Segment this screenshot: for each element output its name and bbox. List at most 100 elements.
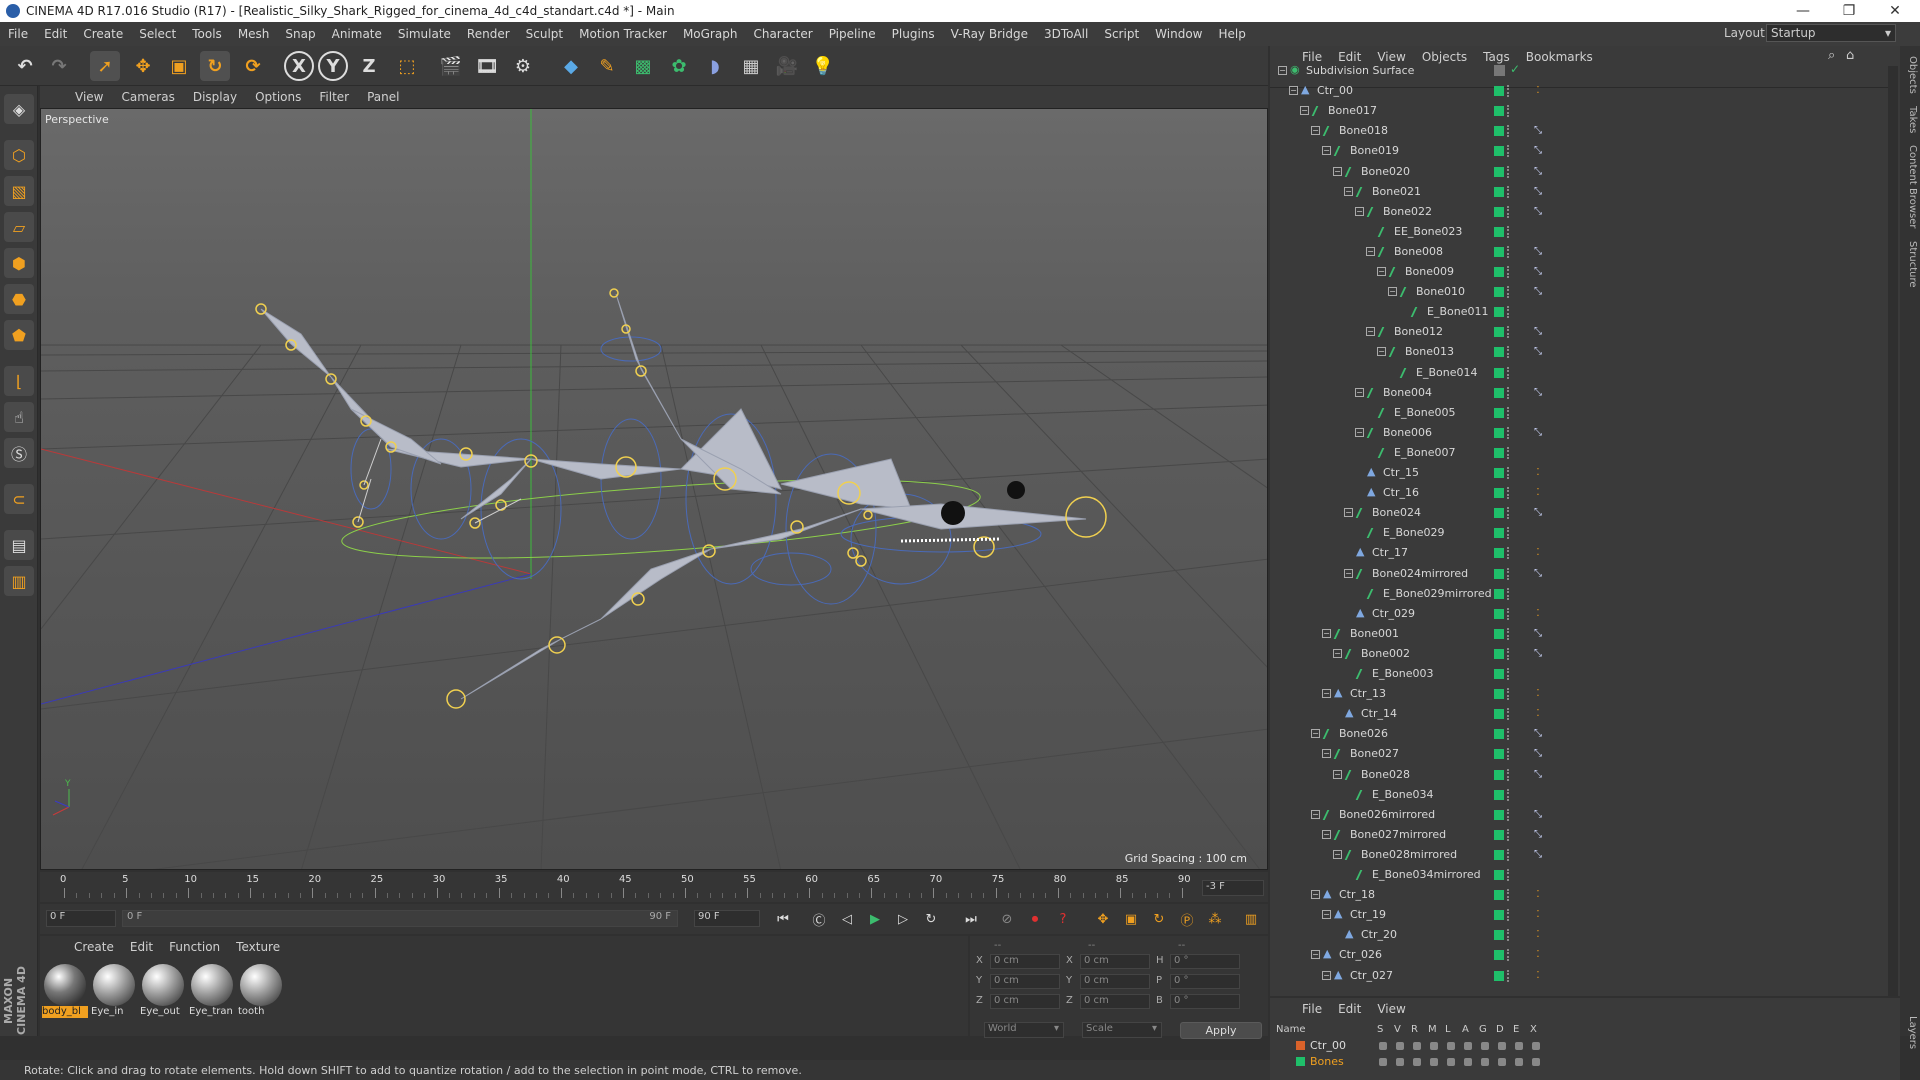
layer-row[interactable]: Bones — [1270, 1054, 1900, 1070]
polygons-mode-icon[interactable]: ⬟ — [4, 320, 34, 350]
menu-sculpt[interactable]: Sculpt — [518, 27, 571, 41]
layer-color-swatch[interactable] — [1494, 166, 1504, 177]
layer-color-swatch[interactable] — [1494, 648, 1504, 659]
layer-color-swatch[interactable] — [1296, 1041, 1305, 1050]
object-row[interactable]: E_Bone029 — [1270, 523, 1888, 543]
layer-toggle-icon[interactable] — [1396, 1058, 1404, 1066]
layer-toggle-icon[interactable] — [1447, 1058, 1455, 1066]
object-row[interactable]: E_Bone007 — [1270, 443, 1888, 463]
object-row[interactable]: − ▲ Ctr_026 ⁚ — [1270, 945, 1888, 965]
visibility-dots-icon[interactable] — [1507, 225, 1510, 238]
layer-color-swatch[interactable] — [1494, 849, 1504, 860]
layer-toggle-icon[interactable] — [1413, 1042, 1421, 1050]
layer-toggle-icon[interactable] — [1481, 1042, 1489, 1050]
expand-toggle-icon[interactable]: − — [1311, 729, 1320, 739]
layer-toggle-icon[interactable] — [1532, 1042, 1540, 1050]
visibility-dots-icon[interactable] — [1507, 306, 1510, 319]
coord-value-field[interactable]: 0 cm — [1080, 974, 1150, 989]
pen-spline-icon[interactable]: ✎ — [592, 51, 622, 81]
expand-toggle-icon[interactable]: − — [1322, 970, 1331, 980]
ik-tag-icon[interactable]: ⤡ — [1532, 266, 1544, 278]
cube-primitive-icon[interactable]: ◆ — [556, 51, 586, 81]
timeline-window-icon[interactable]: ▥ — [1240, 908, 1262, 930]
viewport-menu-panel[interactable]: Panel — [358, 90, 408, 104]
viewport-perspective[interactable]: Perspective Grid Spacing : 100 cm Y ✥ ⇕ … — [40, 108, 1268, 870]
layer-color-swatch[interactable] — [1296, 1057, 1305, 1066]
ik-tag-icon[interactable]: ⤡ — [1532, 286, 1544, 298]
expand-toggle-icon[interactable]: − — [1300, 106, 1309, 116]
render-view-icon[interactable]: 🎬 — [436, 51, 466, 81]
points-mode-icon[interactable]: ⬢ — [4, 248, 34, 278]
menu-window[interactable]: Window — [1147, 27, 1210, 41]
object-row[interactable]: − Bone006 ⤡ — [1270, 423, 1888, 443]
viewport-menu-options[interactable]: Options — [246, 90, 310, 104]
visibility-dots-icon[interactable] — [1507, 607, 1510, 620]
layout-select[interactable]: Startup ▾ — [1766, 24, 1896, 42]
layer-color-swatch[interactable] — [1494, 729, 1504, 740]
visibility-dots-icon[interactable] — [1507, 406, 1510, 419]
expand-toggle-icon[interactable]: − — [1366, 327, 1375, 337]
layer-toggle-icon[interactable] — [1430, 1042, 1438, 1050]
model-mode-icon[interactable]: ⬡ — [4, 140, 34, 170]
layer-color-swatch[interactable] — [1494, 930, 1504, 941]
object-row[interactable]: − Bone028mirrored ⤡ — [1270, 845, 1888, 865]
object-row[interactable]: − Bone020 ⤡ — [1270, 162, 1888, 182]
light-icon[interactable]: 💡 — [808, 51, 838, 81]
restore-button[interactable]: ❐ — [1826, 0, 1872, 22]
material-swatch[interactable]: Eye_in — [91, 962, 137, 1018]
redo-button[interactable]: ↷ — [44, 51, 74, 81]
ik-tag-icon[interactable]: ⤡ — [1532, 648, 1544, 660]
layer-toggle-icon[interactable] — [1515, 1042, 1523, 1050]
constraint-tag-icon[interactable]: ⁚ — [1532, 467, 1544, 479]
object-row[interactable]: − Bone027mirrored ⤡ — [1270, 825, 1888, 845]
x-axis-lock-button[interactable]: X — [284, 51, 314, 81]
layer-column-header[interactable]: S — [1377, 1024, 1383, 1035]
edit-toggle-icon[interactable] — [1494, 65, 1505, 76]
layer-color-swatch[interactable] — [1494, 870, 1504, 880]
previous-key-button[interactable]: Ⓒ — [808, 908, 830, 930]
layer-toggle-icon[interactable] — [1532, 1058, 1540, 1066]
material-menu-edit[interactable]: Edit — [122, 940, 161, 954]
apply-button[interactable]: Apply — [1180, 1022, 1262, 1039]
object-row[interactable]: ▲ Ctr_029 ⁚ — [1270, 604, 1888, 624]
layer-color-swatch[interactable] — [1494, 890, 1504, 901]
layer-toggle-icon[interactable] — [1481, 1058, 1489, 1066]
layer-color-swatch[interactable] — [1494, 307, 1504, 318]
recent-tool-icon[interactable]: ⟳ — [238, 51, 268, 81]
next-frame-button[interactable]: ▷ — [892, 908, 914, 930]
object-row[interactable]: E_Bone011 — [1270, 302, 1888, 322]
expand-toggle-icon[interactable]: − — [1366, 246, 1375, 256]
visibility-dots-icon[interactable] — [1507, 185, 1510, 198]
current-frame-field[interactable]: -3 F — [1202, 880, 1264, 896]
visibility-dots-icon[interactable] — [1507, 647, 1510, 660]
visibility-dots-icon[interactable] — [1507, 105, 1510, 118]
visibility-dots-icon[interactable] — [1507, 346, 1510, 359]
menu-tools[interactable]: Tools — [184, 27, 230, 41]
menu-plugins[interactable]: Plugins — [884, 27, 943, 41]
ik-tag-icon[interactable]: ⤡ — [1532, 427, 1544, 439]
object-row[interactable]: − Bone017 — [1270, 101, 1888, 121]
layer-toggle-icon[interactable] — [1396, 1042, 1404, 1050]
menu-script[interactable]: Script — [1096, 27, 1147, 41]
magnet-icon[interactable]: ⊂ — [4, 484, 34, 514]
visibility-dots-icon[interactable] — [1507, 326, 1510, 339]
move-tool-icon[interactable]: ✥ — [128, 51, 158, 81]
object-row[interactable]: EE_Bone023 — [1270, 222, 1888, 242]
layer-column-header[interactable]: M — [1428, 1024, 1437, 1035]
object-row[interactable]: − ◉ Subdivision Surface ✓ — [1270, 61, 1888, 81]
layer-color-swatch[interactable] — [1494, 809, 1504, 820]
expand-toggle-icon[interactable]: − — [1377, 267, 1386, 276]
layer-toggle-icon[interactable] — [1379, 1058, 1387, 1066]
workplane-mode-icon[interactable]: ▱ — [4, 212, 34, 242]
select-tool-icon[interactable]: ➚ — [90, 51, 120, 81]
visibility-dots-icon[interactable] — [1507, 788, 1510, 801]
object-row[interactable]: − ▲ Ctr_027 ⁚ — [1270, 966, 1888, 986]
constraint-tag-icon[interactable]: ⁚ — [1532, 929, 1544, 941]
coordinate-system-icon[interactable]: ⬚ — [392, 51, 422, 81]
keyframe-selection-icon[interactable]: ? — [1052, 908, 1074, 930]
frame-range-slider[interactable]: 0 F 90 F — [122, 910, 678, 927]
visibility-dots-icon[interactable] — [1507, 708, 1510, 721]
material-menu-texture[interactable]: Texture — [228, 940, 288, 954]
ik-tag-icon[interactable]: ⤡ — [1532, 829, 1544, 841]
constraint-tag-icon[interactable]: ⁚ — [1532, 909, 1544, 921]
